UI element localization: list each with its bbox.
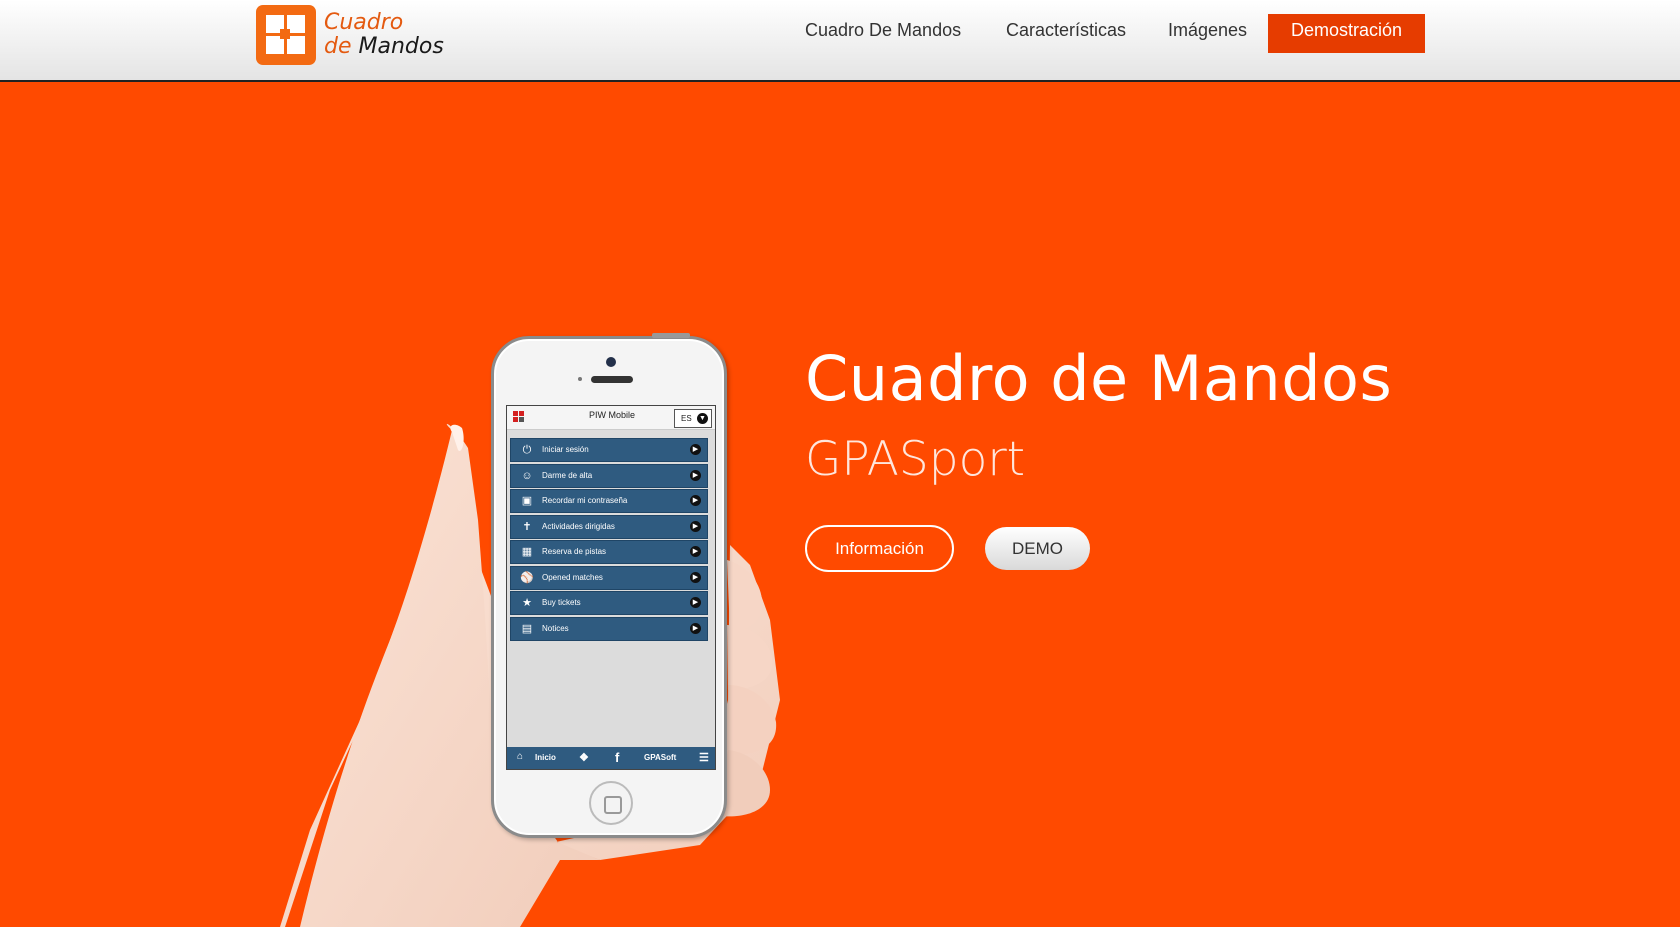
user-add-icon: ☺ — [521, 469, 533, 482]
chevron-right-icon: ▶ — [690, 520, 701, 532]
menu-item-notices[interactable]: ▤ Notices ▶ — [510, 616, 708, 641]
phone-mockup: PIW Mobile ES ▼ ⏻ Iniciar sesión ▶ ☺ Dar… — [491, 333, 727, 838]
menu-item-label: Recordar mi contraseña — [542, 496, 628, 505]
ticket-icon: ★ — [522, 597, 532, 609]
menu-item-reserva-de-pistas[interactable]: ▦ Reserva de pistas ▶ — [510, 540, 708, 564]
menu-item-label: Iniciar sesión — [542, 445, 589, 454]
chevron-right-icon: ▶ — [690, 622, 701, 634]
hamburger-menu-icon[interactable]: ☰ — [699, 751, 709, 764]
phone-camera — [606, 357, 616, 367]
phone-home-button — [589, 781, 633, 825]
language-select[interactable]: ES ▼ — [674, 409, 712, 428]
power-icon: ⏻ — [522, 444, 532, 456]
phone-sensor — [578, 377, 582, 381]
facebook-icon[interactable]: f — [615, 750, 619, 765]
phone-speaker — [591, 376, 633, 383]
footer-home-link[interactable]: Inicio — [535, 753, 556, 762]
menu-item-opened-matches[interactable]: ⚾ Opened matches ▶ — [510, 565, 708, 590]
app-footer: ⌂ Inicio ❖ f GPASoft ☰ — [507, 747, 715, 769]
demo-button[interactable]: DEMO — [985, 527, 1090, 570]
notices-icon: ▤ — [521, 622, 533, 635]
footer-brand: GPASoft — [644, 753, 677, 762]
app-menu: ⏻ Iniciar sesión ▶ ☺ Darme de alta ▶ ▣ R… — [510, 438, 708, 642]
twitter-icon[interactable]: ❖ — [579, 751, 589, 764]
menu-item-iniciar-sesion[interactable]: ⏻ Iniciar sesión ▶ — [510, 438, 708, 462]
info-button[interactable]: Información — [805, 525, 954, 572]
phone-screen: PIW Mobile ES ▼ ⏻ Iniciar sesión ▶ ☺ Dar… — [506, 405, 716, 770]
menu-item-recordar-contrasena[interactable]: ▣ Recordar mi contraseña ▶ — [510, 489, 708, 513]
chevron-right-icon: ▶ — [690, 546, 701, 557]
chevron-right-icon: ▶ — [690, 597, 701, 608]
app-logo-icon — [513, 411, 525, 423]
chevron-down-icon: ▼ — [697, 413, 708, 424]
lock-icon: ▣ — [521, 495, 533, 507]
calendar-icon: ▦ — [521, 546, 533, 558]
app-title: PIW Mobile — [588, 410, 635, 420]
hero-title: Cuadro de Mandos — [805, 342, 1393, 415]
hero-subtitle: GPASport — [805, 432, 1026, 487]
chevron-right-icon: ▶ — [690, 469, 701, 481]
language-value: ES — [681, 414, 692, 423]
menu-item-buy-tickets[interactable]: ★ Buy tickets ▶ — [510, 591, 708, 615]
chevron-right-icon: ▶ — [690, 571, 701, 583]
menu-item-label: Darme de alta — [542, 470, 593, 480]
home-icon[interactable]: ⌂ — [517, 751, 523, 762]
menu-item-actividades-dirigidas[interactable]: ✝ Actividades dirigidas ▶ — [510, 514, 708, 539]
chevron-right-icon: ▶ — [690, 444, 701, 455]
menu-item-label: Opened matches — [542, 572, 603, 582]
activity-icon: ✝ — [522, 520, 532, 533]
chevron-right-icon: ▶ — [690, 495, 701, 506]
menu-item-label: Buy tickets — [542, 598, 581, 607]
menu-item-label: Notices — [542, 623, 569, 633]
menu-item-darme-de-alta[interactable]: ☺ Darme de alta ▶ — [510, 463, 708, 488]
app-header: PIW Mobile ES ▼ — [507, 406, 715, 430]
matches-icon: ⚾ — [520, 571, 534, 584]
phone-side-button — [652, 333, 690, 338]
menu-item-label: Actividades dirigidas — [542, 521, 615, 531]
menu-item-label: Reserva de pistas — [542, 547, 607, 556]
